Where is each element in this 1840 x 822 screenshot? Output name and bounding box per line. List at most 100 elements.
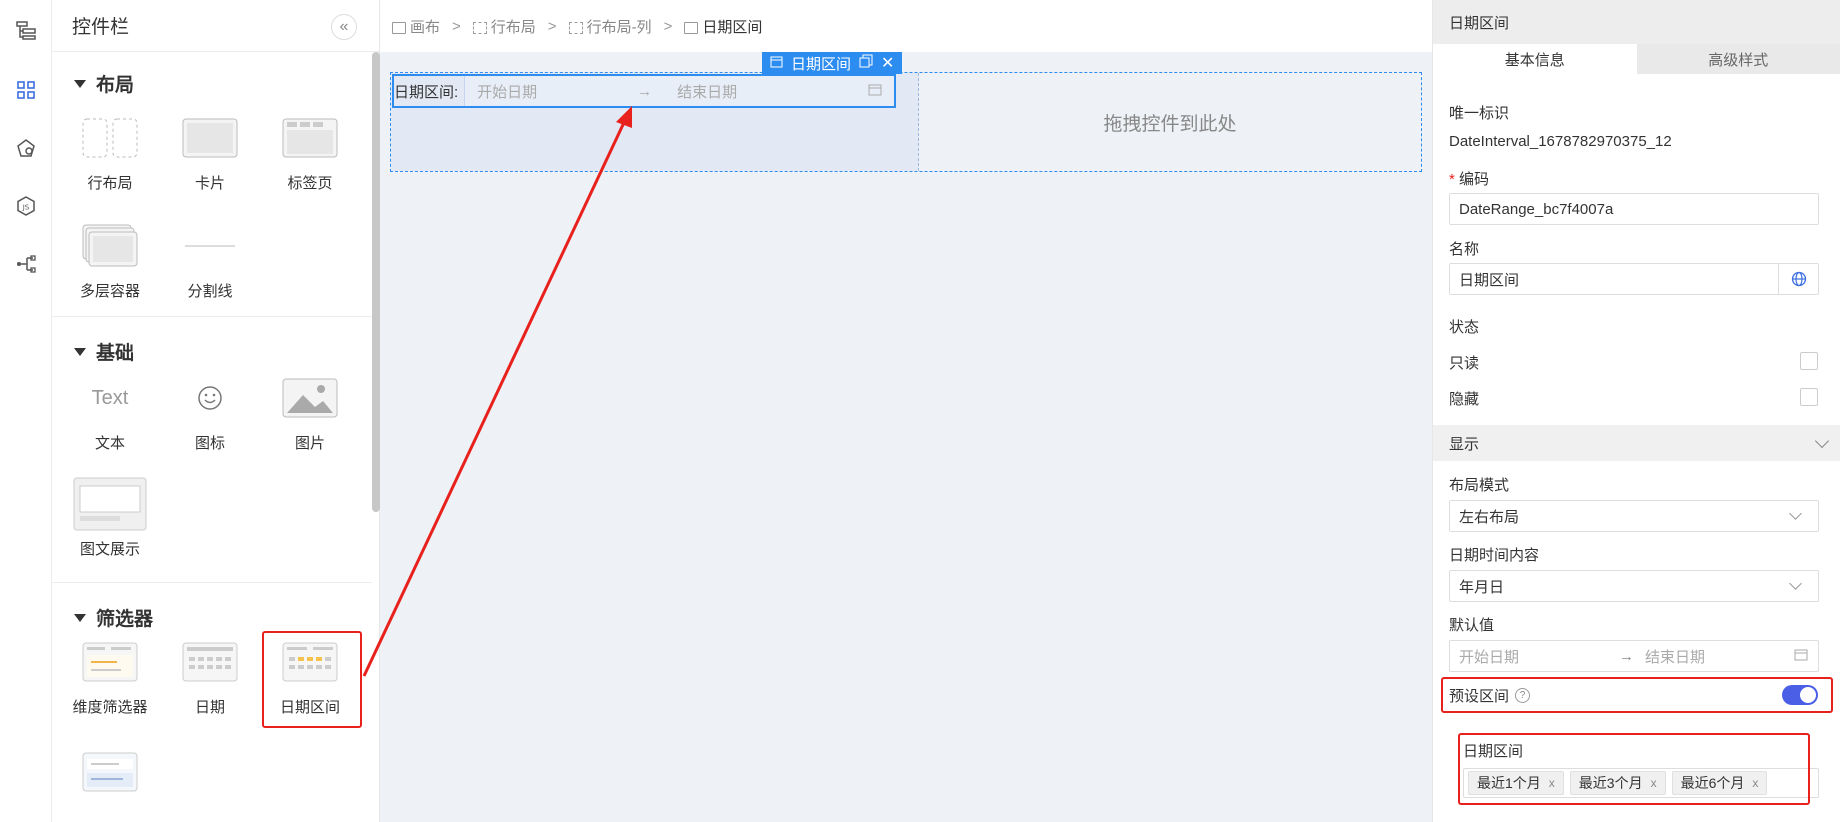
tile-label: 卡片 — [194, 175, 225, 192]
properties-title: 日期区间 — [1433, 0, 1840, 44]
date-range-label: 日期区间: — [394, 83, 459, 101]
image-text-icon — [60, 476, 160, 532]
default-value-label: 默认值 — [1449, 617, 1495, 634]
tile-more-filter[interactable] — [60, 744, 160, 806]
stacked-container-icon — [60, 218, 160, 274]
layout-mode-select[interactable]: 左右布局 — [1449, 500, 1819, 532]
tab-advanced-style[interactable]: 高级样式 — [1636, 44, 1840, 74]
required-mark: * — [1449, 171, 1455, 188]
tile-label: 日期 — [194, 699, 225, 716]
tile-label: 维度筛选器 — [72, 699, 148, 716]
dimension-filter-icon — [60, 634, 160, 690]
readonly-checkbox[interactable] — [1800, 352, 1818, 370]
tile-image[interactable]: 图片 — [260, 370, 360, 453]
panel-title: 控件栏 — [52, 0, 379, 52]
breadcrumb-separator: > — [452, 17, 461, 35]
start-date-placeholder: 开始日期 — [477, 83, 538, 101]
tabs-icon — [260, 110, 360, 166]
selected-widget-name: 日期区间 — [791, 55, 852, 73]
end-date-placeholder: 结束日期 — [677, 83, 738, 101]
column-icon — [568, 21, 583, 34]
flow-icon[interactable] — [14, 252, 38, 276]
breadcrumb-separator: > — [547, 17, 557, 35]
calendar-icon — [868, 83, 882, 100]
unique-id-label: 唯一标识 — [1449, 105, 1510, 122]
section-layout-title[interactable]: 布局 — [74, 70, 134, 97]
collapse-triangle-icon — [74, 79, 86, 88]
drop-hint[interactable]: 拖拽控件到此处 — [919, 73, 1421, 171]
date-content-value: 年月日 — [1459, 578, 1505, 596]
range-arrow: → — [637, 82, 653, 100]
row-layout-icon — [472, 21, 487, 34]
tile-tabs[interactable]: 标签页 — [260, 110, 360, 193]
collapse-triangle-icon — [74, 347, 86, 356]
tile-label: 图文展示 — [79, 541, 140, 558]
filter-card-icon — [60, 744, 160, 800]
tile-dimension-filter[interactable]: 维度筛选器 — [60, 634, 160, 717]
globe-icon[interactable] — [1778, 264, 1818, 294]
code-label: * 编码 — [1449, 171, 1490, 188]
date-calendar-icon — [160, 634, 260, 690]
tile-icon[interactable]: 图标 — [160, 370, 260, 453]
layout-mode-value: 左右布局 — [1459, 508, 1520, 526]
highlight-box-preset-range — [1441, 677, 1833, 713]
row-layout-icon — [60, 110, 160, 166]
tile-label: 图片 — [294, 435, 325, 452]
hidden-label: 隐藏 — [1449, 391, 1480, 408]
annotation-arrow — [362, 106, 632, 677]
display-section-header[interactable]: 显示 — [1433, 425, 1840, 461]
range-arrow: → — [1619, 647, 1634, 665]
highlight-box-preset-interval — [1458, 733, 1810, 805]
copy-icon[interactable] — [859, 54, 873, 72]
tile-label: 图标 — [194, 435, 225, 452]
js-script-icon[interactable]: JS — [14, 194, 38, 218]
breadcrumb-item-row-layout[interactable]: 行布局 — [472, 16, 536, 37]
layout-mode-label: 布局模式 — [1449, 477, 1510, 494]
properties-tabs: 基本信息 高级样式 — [1433, 44, 1840, 74]
text-thumb-label: Text — [91, 386, 129, 409]
breadcrumb-item-date-range[interactable]: 日期区间 — [684, 16, 762, 37]
close-icon[interactable]: ✕ — [881, 53, 894, 73]
name-label: 名称 — [1449, 241, 1480, 258]
smiley-icon — [160, 370, 260, 426]
icon-rail: JS — [0, 0, 52, 822]
collapse-triangle-icon — [74, 613, 86, 622]
outline-icon[interactable] — [14, 18, 38, 42]
unique-id-value: DateInterval_1678782970375_12 — [1449, 133, 1672, 150]
date-content-select[interactable]: 年月日 — [1449, 570, 1819, 602]
tile-label: 行布局 — [87, 175, 133, 192]
tile-multi-container[interactable]: 多层容器 — [60, 218, 160, 301]
section-basic-title[interactable]: 基础 — [74, 338, 134, 365]
code-input[interactable]: DateRange_bc7f4007a — [1449, 193, 1819, 225]
tab-basic-info[interactable]: 基本信息 — [1433, 44, 1637, 74]
tile-divider[interactable]: 分割线 — [160, 218, 260, 301]
tile-image-text[interactable]: 图文展示 — [60, 476, 160, 559]
tile-label: 多层容器 — [79, 283, 140, 300]
breadcrumb-item-row-column[interactable]: 行布局-列 — [568, 16, 652, 37]
canvas-icon — [392, 21, 406, 34]
section-divider — [52, 582, 372, 583]
name-input[interactable]: 日期区间 — [1449, 263, 1819, 295]
tile-card[interactable]: 卡片 — [160, 110, 260, 193]
calendar-icon — [770, 55, 783, 72]
tile-row-layout[interactable]: 行布局 — [60, 110, 160, 193]
chevron-down-icon — [1789, 507, 1802, 520]
collapse-icon[interactable]: « — [331, 14, 357, 40]
components-grid-icon[interactable] — [14, 78, 38, 102]
image-icon — [260, 370, 360, 426]
selected-widget-tag[interactable]: 日期区间 ✕ — [762, 52, 903, 74]
tile-date[interactable]: 日期 — [160, 634, 260, 717]
breadcrumb-item-canvas[interactable]: 画布 — [392, 16, 440, 37]
breadcrumb: 画布 > 行布局 > 行布局-列 > 日期区间 — [392, 14, 762, 38]
readonly-label: 只读 — [1449, 355, 1480, 372]
calendar-icon — [684, 21, 699, 34]
tile-text[interactable]: Text 文本 — [60, 370, 160, 453]
section-filter-title[interactable]: 筛选器 — [74, 604, 153, 631]
calendar-icon — [1794, 648, 1808, 665]
chevron-down-icon — [1789, 577, 1802, 590]
tile-label: 文本 — [94, 435, 125, 452]
tile-label: 标签页 — [287, 175, 333, 192]
hidden-checkbox[interactable] — [1800, 388, 1818, 406]
default-date-range-input[interactable]: 开始日期 → 结束日期 — [1449, 640, 1819, 672]
shape-icon[interactable] — [14, 136, 38, 160]
